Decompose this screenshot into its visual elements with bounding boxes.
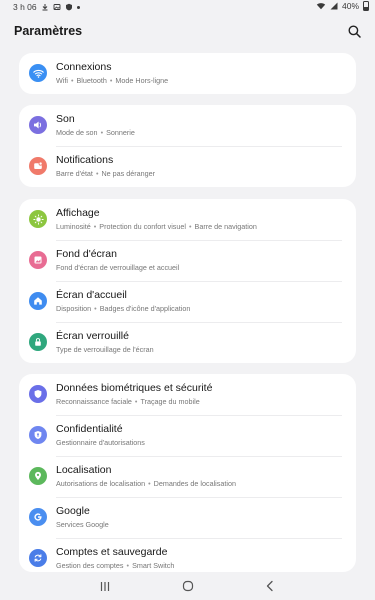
privacy-icon [29,426,47,444]
wallpaper-icon [29,251,47,269]
settings-item-ecran-accueil[interactable]: Écran d'accueil Disposition • Badges d'icô… [19,281,356,322]
home-button-icon [182,580,194,592]
wifi-icon [29,64,47,82]
back-button[interactable] [263,579,277,593]
settings-item-title: Écran d'accueil [56,289,127,301]
settings-item-subtitle: Disposition • Badges d'icône d'application [56,304,191,313]
settings-item-confidentialite[interactable]: Confidentialité Gestionnaire d'autorisat… [19,415,356,456]
settings-group-connexions: Connexions Wifi • Bluetooth • Mode Hors-lign… [19,53,356,94]
wifi-signal-icon [316,3,326,10]
location-icon [29,467,47,485]
settings-group-securite: Données biométriques et sécurité Reconna… [19,374,356,572]
settings-item-connexions[interactable]: Connexions Wifi • Bluetooth • Mode Hors-lign… [19,53,356,94]
notification-icon [29,157,47,175]
shield-icon [29,385,47,403]
google-icon [29,508,47,526]
settings-item-biometrie[interactable]: Données biométriques et sécurité Reconna… [19,374,356,415]
battery-icon [363,1,369,11]
settings-item-comptes[interactable]: Comptes et sauvegarde Gestion des compte… [19,538,356,572]
settings-item-subtitle: Autorisations de localisation • Demandes d… [56,479,236,488]
settings-item-title: Affichage [56,207,100,219]
settings-item-subtitle: Fond d'écran de verrouillage et accueil [56,263,180,272]
notification-dot-icon [76,5,80,9]
volume-icon [29,116,47,134]
page-title: Paramètres [14,24,83,38]
settings-group-affichage: Affichage Luminosité • Protection du confo… [19,199,356,363]
lock-icon [29,333,47,351]
status-time: 3 h 06 [13,2,37,12]
cellular-signal-icon [330,2,338,10]
battery-percent: 40% [341,1,359,11]
brightness-icon [29,210,47,228]
settings-item-subtitle: Mode de son • Sonnerie [56,128,135,137]
settings-item-title: Google [56,505,90,517]
download-icon [42,4,48,11]
settings-item-title: Confidentialité [56,423,123,435]
home-button[interactable] [181,579,195,593]
search-icon [348,25,361,38]
settings-item-title: Localisation [56,464,112,476]
search-button[interactable] [345,22,363,40]
settings-item-subtitle: Wifi • Bluetooth • Mode Hors-ligne [56,76,169,85]
settings-item-ecran-verrouille[interactable]: Écran verrouillé Type de verrouillage de… [19,322,356,363]
settings-group-son: Son Mode de son • Sonnerie Notifications B… [19,105,356,187]
settings-item-fond-ecran[interactable]: Fond d'écran Fond d'écran de verrouillag… [19,240,356,281]
settings-item-title: Comptes et sauvegarde [56,546,168,558]
settings-item-affichage[interactable]: Affichage Luminosité • Protection du confo… [19,199,356,240]
settings-item-localisation[interactable]: Localisation Autorisations de localisati… [19,456,356,497]
vpn-shield-icon [65,3,72,11]
settings-item-notifications[interactable]: Notifications Barre d'état • Ne pas dérang… [19,146,356,187]
settings-item-subtitle: Gestionnaire d'autorisations [56,438,145,447]
settings-item-title: Fond d'écran [56,248,117,260]
settings-item-title: Données biométriques et sécurité [56,382,213,394]
settings-item-google[interactable]: Google Services Google [19,497,356,538]
status-bar: 3 h 06 40% [0,0,375,14]
home-icon [29,292,47,310]
settings-item-subtitle: Barre d'état • Ne pas déranger [56,169,156,178]
settings-item-subtitle: Type de verrouillage de l'écran [56,345,154,354]
settings-item-subtitle: Reconnaissance faciale • Traçage du mobile [56,397,200,406]
navigation-bar [0,572,375,600]
status-right: 40% [316,1,369,11]
settings-item-subtitle: Gestion des comptes • Smart Switch [56,561,175,570]
settings-item-title: Notifications [56,154,114,166]
settings-item-subtitle: Luminosité • Protection du confort visuel •… [56,222,257,231]
settings-item-subtitle: Services Google [56,520,109,529]
sync-icon [29,549,47,567]
settings-item-title: Connexions [56,61,112,73]
settings-item-title: Écran verrouillé [56,330,129,342]
gallery-icon [53,4,61,10]
status-left: 3 h 06 [13,2,80,12]
settings-item-title: Son [56,113,75,125]
settings-item-son[interactable]: Son Mode de son • Sonnerie [19,105,356,146]
header: Paramètres [0,20,375,42]
recents-button[interactable] [98,579,112,593]
back-icon [266,580,273,592]
recents-icon [100,581,110,591]
